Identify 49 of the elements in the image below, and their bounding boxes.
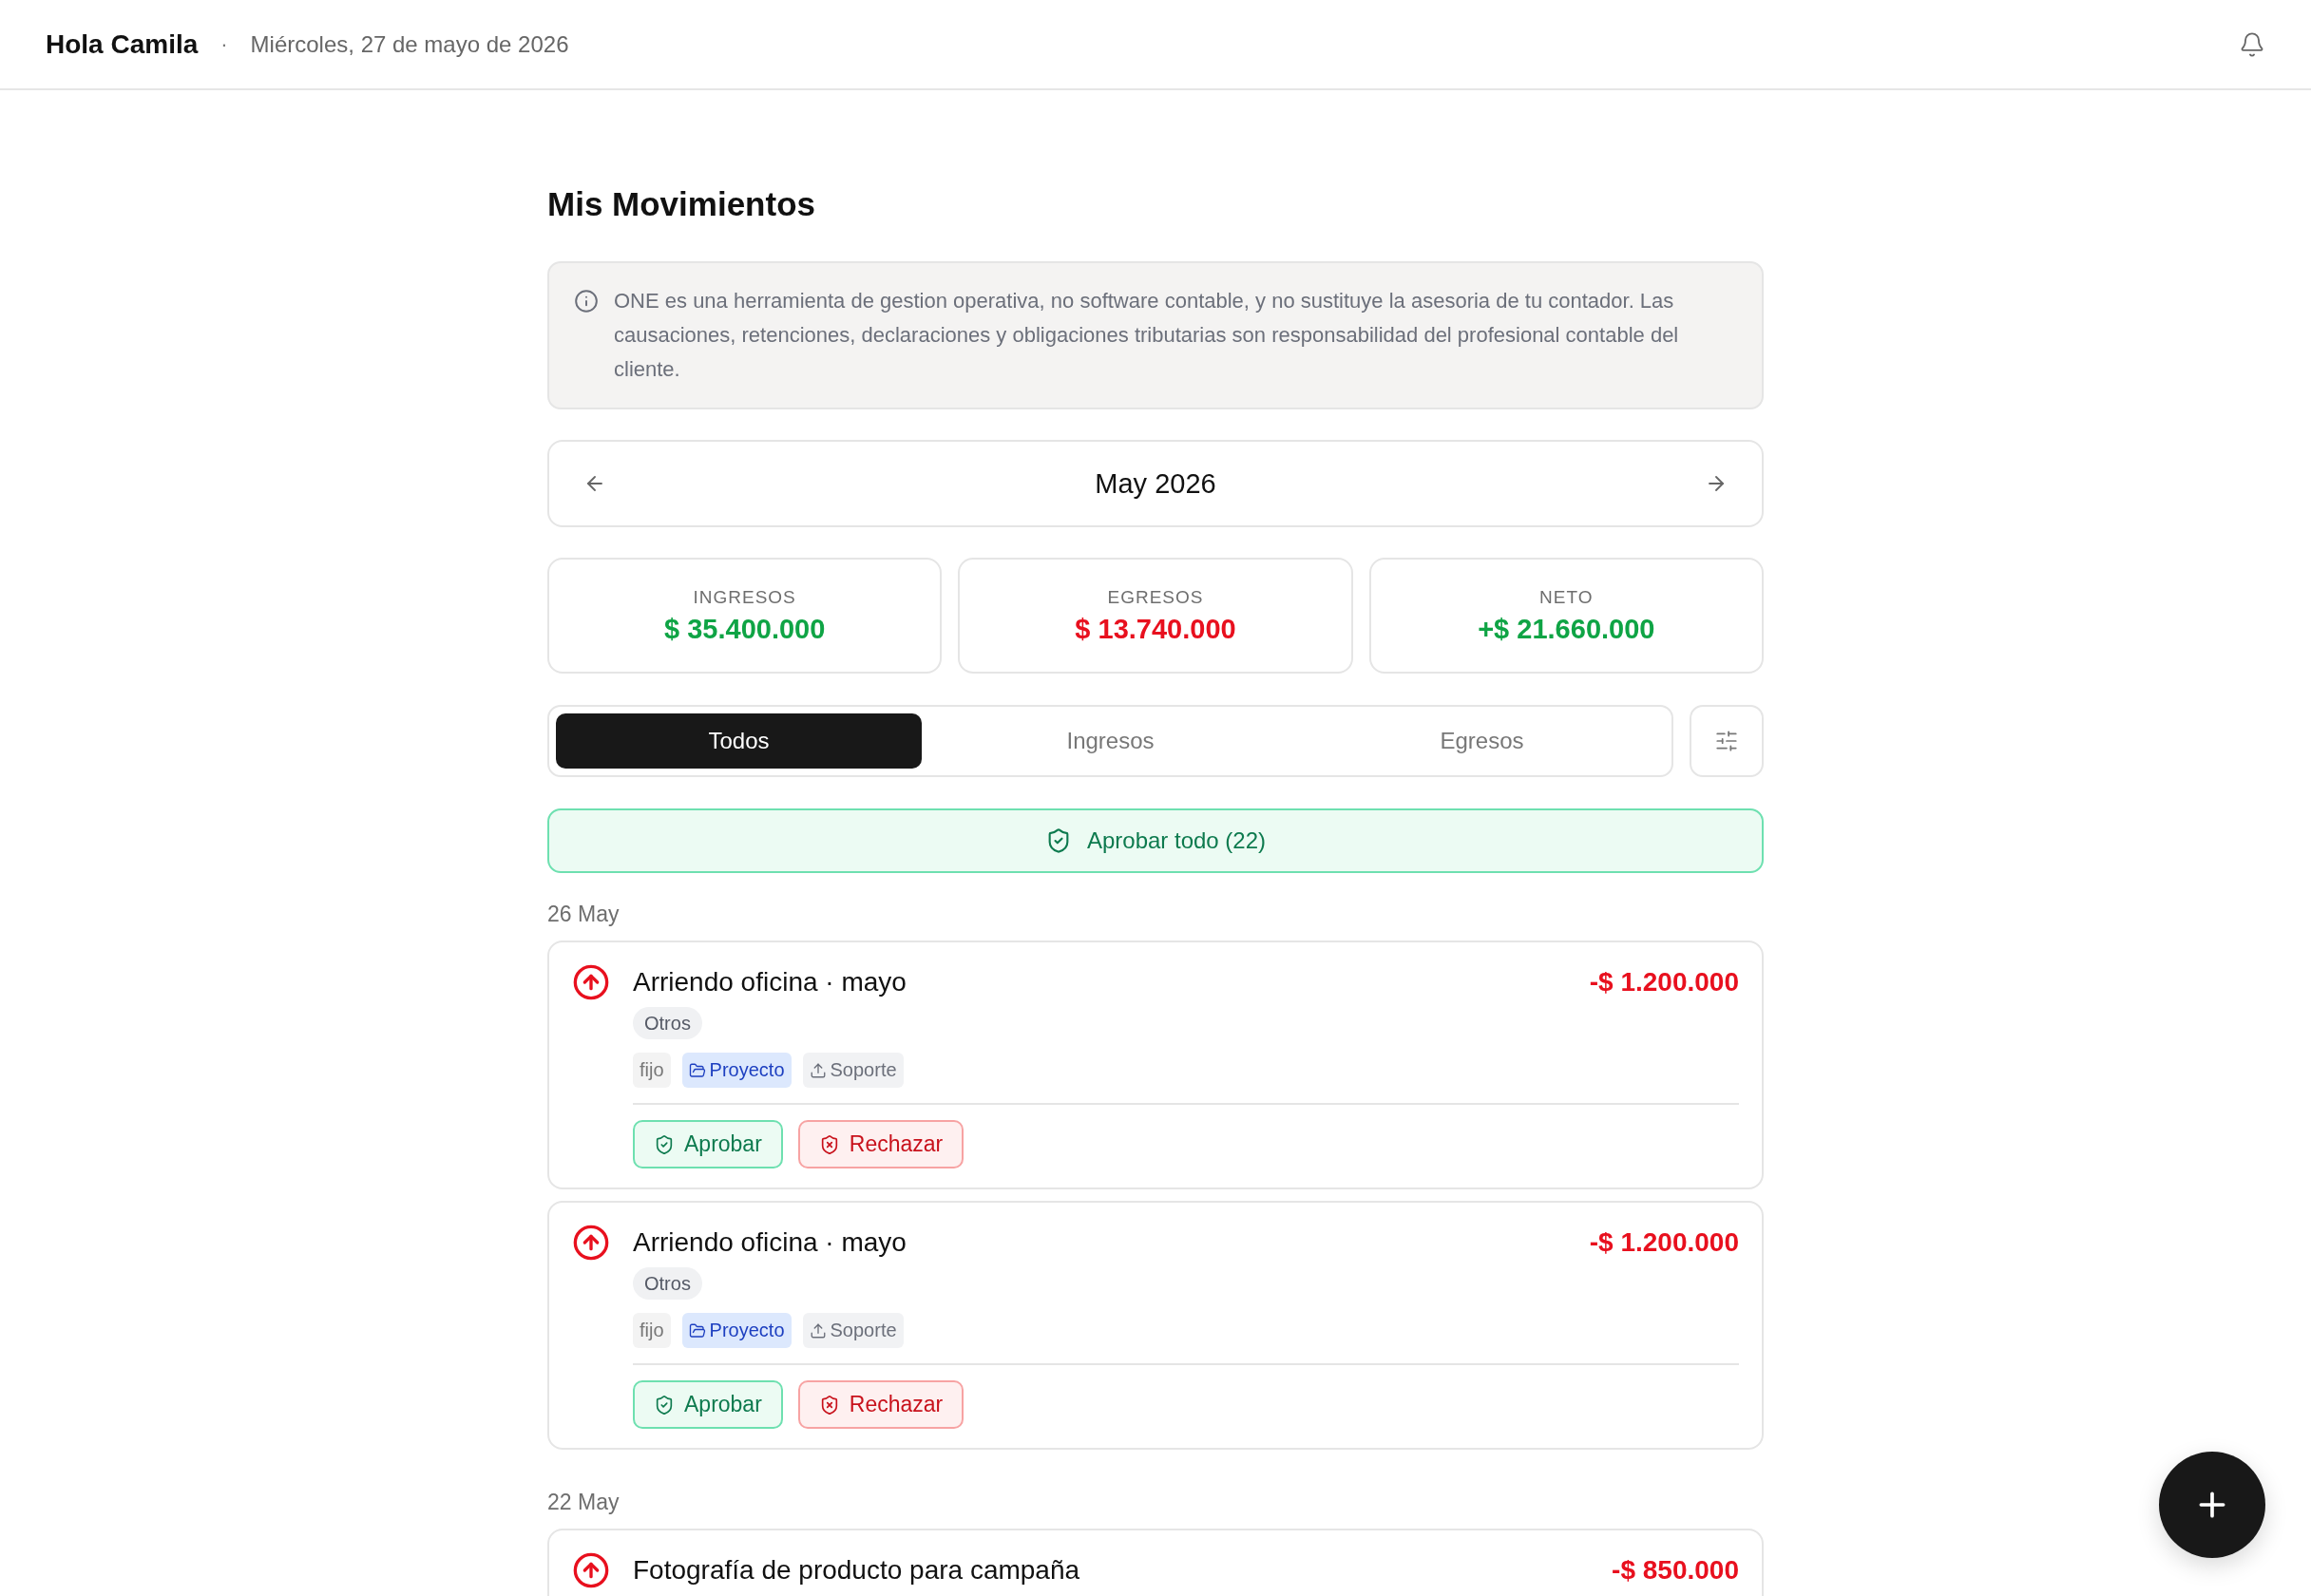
date-heading: 22 May bbox=[547, 1490, 621, 1515]
summary-label: EGRESOS bbox=[1107, 586, 1204, 608]
upload-tag[interactable]: Soporte bbox=[802, 1313, 904, 1348]
bell-icon bbox=[2239, 30, 2265, 58]
summary-amount: $ 35.400.000 bbox=[664, 613, 826, 645]
summary-label: NETO bbox=[1539, 586, 1594, 608]
current-date: Miércoles, 27 de mayo de 2026 bbox=[250, 30, 569, 58]
summary-label: INGRESOS bbox=[693, 586, 796, 608]
summary-amount: +$ 21.660.000 bbox=[1478, 613, 1655, 645]
month-label: May 2026 bbox=[1095, 467, 1216, 500]
upload-tag[interactable]: Soporte bbox=[802, 1053, 904, 1088]
reject-button[interactable]: Rechazar bbox=[797, 1380, 965, 1429]
approve-all-button[interactable]: Aprobar todo (22) bbox=[547, 808, 1764, 873]
page-title: Mis Movimientos bbox=[547, 185, 816, 223]
transaction-amount: -$ 1.200.000 bbox=[1589, 1227, 1739, 1258]
folder-icon bbox=[688, 1321, 706, 1340]
notice-text: ONE es una herramienta de gestion operativa, no software contable, y no sustituye la asesoria de tu contador. Las causaciones, retenciones, declaraciones y obligaciones tributarias son responsabilidad del profesional contable del cliente. bbox=[614, 288, 1680, 383]
transaction-title: Arriendo oficina · mayo bbox=[633, 1227, 907, 1258]
approve-button[interactable]: Aprobar bbox=[633, 1380, 783, 1429]
info-icon bbox=[574, 289, 599, 314]
filter-tab[interactable]: Ingresos bbox=[927, 713, 1293, 769]
arrow-circle-icon bbox=[572, 963, 610, 1001]
category-tag: Otros bbox=[633, 1007, 702, 1039]
upload-icon bbox=[809, 1321, 827, 1340]
greeting: Hola Camila bbox=[46, 28, 199, 60]
separator-dot: · bbox=[220, 31, 228, 57]
arrow-circle-icon bbox=[572, 1551, 610, 1589]
transaction-amount: -$ 850.000 bbox=[1612, 1555, 1739, 1586]
arrow-circle-icon bbox=[572, 1224, 610, 1262]
tag: fijo bbox=[633, 1313, 671, 1348]
date-heading: 26 May bbox=[547, 902, 621, 927]
upload-icon bbox=[809, 1061, 827, 1079]
project-tag[interactable]: Proyecto bbox=[681, 1053, 792, 1088]
approve-button[interactable]: Aprobar bbox=[633, 1120, 783, 1168]
shield-check-icon bbox=[654, 1394, 675, 1416]
shield-check-icon bbox=[654, 1133, 675, 1155]
sliders-icon bbox=[1714, 729, 1739, 753]
folder-icon bbox=[688, 1061, 706, 1079]
summary-amount: $ 13.740.000 bbox=[1075, 613, 1236, 645]
filter-tab[interactable]: Todos bbox=[556, 713, 922, 769]
tag: fijo bbox=[633, 1053, 671, 1088]
notifications-button[interactable] bbox=[2239, 30, 2265, 58]
filter-tab[interactable]: Egresos bbox=[1299, 713, 1665, 769]
reject-button[interactable]: Rechazar bbox=[797, 1120, 965, 1168]
category-tag: Otros bbox=[633, 1267, 702, 1300]
transaction-amount: -$ 1.200.000 bbox=[1589, 967, 1739, 998]
project-tag[interactable]: Proyecto bbox=[681, 1313, 792, 1348]
transaction-title: Fotografía de producto para campaña bbox=[633, 1555, 1080, 1586]
transaction-title: Arriendo oficina · mayo bbox=[633, 967, 907, 998]
